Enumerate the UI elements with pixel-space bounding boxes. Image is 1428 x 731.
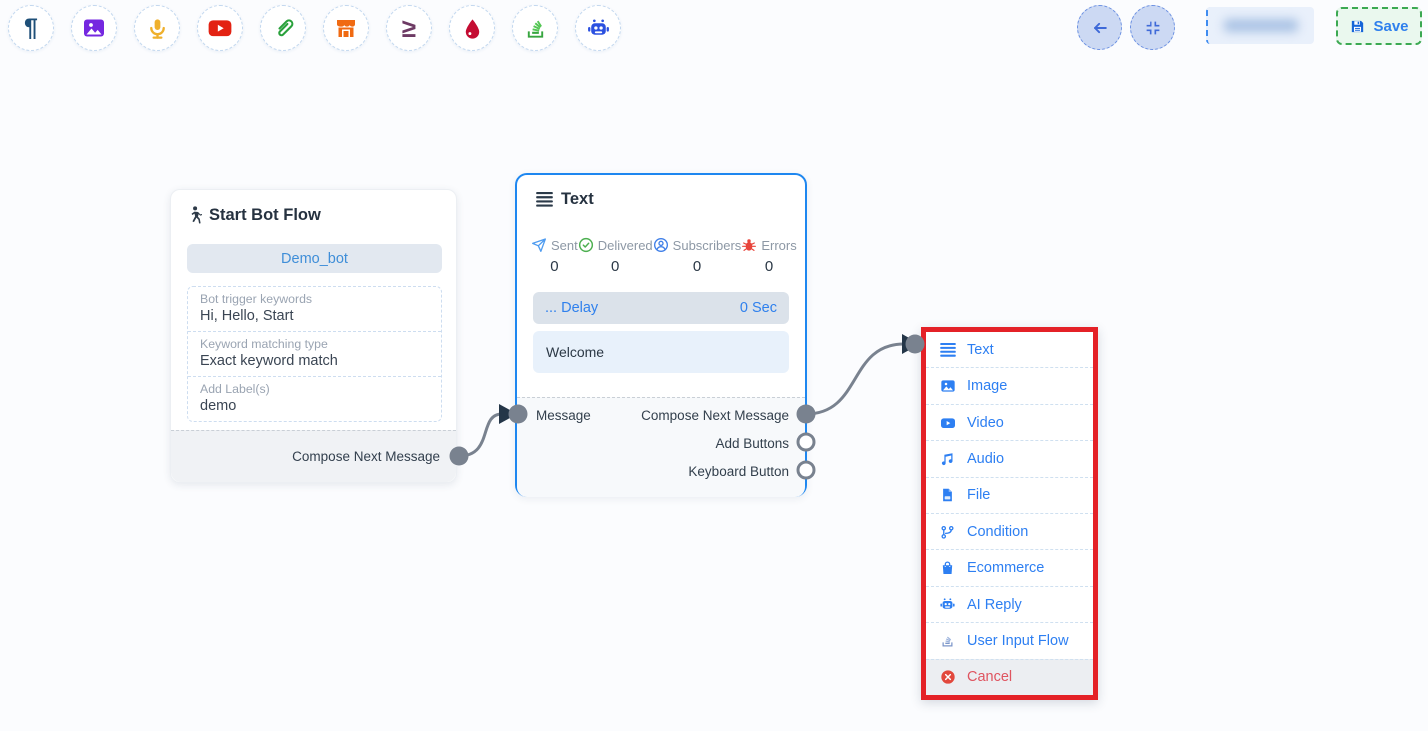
greater-equal-icon: ≥ [402, 15, 416, 41]
youtube-icon [207, 15, 233, 41]
toolbar-condition-button[interactable]: ≥ [386, 5, 432, 51]
save-icon [1349, 18, 1366, 35]
image-icon [940, 378, 956, 394]
field-matching-type[interactable]: Keyword matching type Exact keyword matc… [188, 331, 441, 376]
text-message-node[interactable]: Text Sent 0 Delivered 0 [515, 173, 807, 497]
toolbar-user-input-button[interactable] [512, 5, 558, 51]
text-node-title: Text [536, 190, 594, 209]
save-button[interactable]: Save [1336, 7, 1422, 45]
stat-subscribers: Subscribers 0 [653, 237, 742, 275]
back-button[interactable] [1077, 5, 1122, 50]
walking-person-icon [187, 206, 202, 225]
store-icon [334, 16, 358, 40]
shopping-bag-icon [940, 560, 955, 576]
arrow-left-icon [1090, 18, 1110, 38]
menu-item-condition[interactable]: Condition [926, 513, 1093, 549]
image-icon [82, 16, 106, 40]
menu-item-text[interactable]: Text [926, 332, 1093, 367]
hamburger-icon [940, 343, 956, 357]
music-note-icon [940, 451, 955, 466]
compose-next-message-output-label: Compose Next Message [641, 408, 789, 423]
menu-item-audio[interactable]: Audio [926, 440, 1093, 476]
check-circle-icon [578, 237, 594, 253]
field-add-labels[interactable]: Add Label(s) demo [188, 376, 441, 421]
bot-select-button[interactable]: Demo_bot [187, 244, 442, 273]
text-node-footer: Message Compose Next Message Add Buttons… [517, 397, 805, 497]
bot-name-button-redacted[interactable] [1206, 7, 1314, 44]
redacted-text [1224, 19, 1298, 32]
text-node-stats: Sent 0 Delivered 0 Subscribers 0 [531, 237, 791, 275]
field-label: Keyword matching type [200, 337, 429, 351]
field-value: Exact keyword match [200, 353, 429, 369]
hamburger-icon [536, 192, 553, 207]
menu-item-cancel[interactable]: Cancel [926, 659, 1093, 695]
menu-item-image[interactable]: Image [926, 367, 1093, 403]
delay-value: 0 Sec [740, 300, 777, 316]
delay-label: ... Delay [545, 300, 598, 316]
stat-value: 0 [611, 258, 619, 275]
stat-delivered: Delivered 0 [578, 237, 653, 275]
send-icon [531, 237, 547, 253]
toolbar-audio-button[interactable] [134, 5, 180, 51]
arrowhead-into-menu [902, 334, 920, 354]
compose-next-message-output-label: Compose Next Message [292, 449, 440, 464]
message-text: Welcome [546, 344, 604, 360]
save-label: Save [1373, 18, 1408, 35]
collapse-view-button[interactable] [1130, 5, 1175, 50]
toolbar-image-button[interactable] [71, 5, 117, 51]
branch-icon [940, 524, 955, 540]
video-icon [940, 415, 956, 431]
menu-item-ecommerce[interactable]: Ecommerce [926, 549, 1093, 585]
stat-errors: Errors 0 [741, 237, 796, 275]
toolbar-video-button[interactable] [197, 5, 243, 51]
file-pdf-icon [940, 487, 955, 503]
field-value: Hi, Hello, Start [200, 308, 429, 324]
add-buttons-output-label: Add Buttons [715, 436, 789, 451]
menu-item-video[interactable]: Video [926, 404, 1093, 440]
field-trigger-keywords[interactable]: Bot trigger keywords Hi, Hello, Start [188, 287, 441, 331]
start-node-fields: Bot trigger keywords Hi, Hello, Start Ke… [187, 286, 442, 422]
toolbar-text-button[interactable]: ¶ [8, 5, 54, 51]
stat-value: 0 [693, 258, 701, 275]
stack-icon [524, 17, 547, 40]
paragraph-icon: ¶ [24, 16, 38, 41]
toolbar-ecommerce-button[interactable] [323, 5, 369, 51]
message-input-label: Message [536, 408, 591, 423]
menu-item-file[interactable]: File [926, 477, 1093, 513]
start-node-title: Start Bot Flow [187, 206, 321, 225]
menu-item-ai-reply[interactable]: AI Reply [926, 586, 1093, 622]
stat-value: 0 [550, 258, 558, 275]
stat-value: 0 [765, 258, 773, 275]
menu-item-user-input-flow[interactable]: User Input Flow [926, 622, 1093, 658]
robot-icon [939, 596, 956, 613]
field-label: Bot trigger keywords [200, 292, 429, 306]
field-label: Add Label(s) [200, 382, 429, 396]
wire-text-to-menu [806, 344, 904, 414]
droplet-icon [461, 17, 484, 40]
cancel-circle-icon [940, 669, 956, 685]
start-bot-flow-node[interactable]: Start Bot Flow Demo_bot Bot trigger keyw… [170, 189, 457, 483]
compress-arrows-icon [1144, 19, 1162, 37]
start-node-footer: Compose Next Message [171, 430, 456, 482]
microphone-icon [146, 17, 169, 40]
delay-setting-row[interactable]: ... Delay 0 Sec [533, 292, 789, 324]
toolbar-droplet-button[interactable] [449, 5, 495, 51]
paperclip-icon [271, 16, 295, 40]
keyboard-button-output-label: Keyboard Button [688, 464, 789, 479]
add-element-menu: Text Image Video Audio File Condition Ec… [921, 327, 1098, 700]
wire-start-to-text [459, 414, 502, 456]
robot-icon [586, 16, 611, 41]
stack-icon [940, 633, 955, 648]
bug-icon [741, 237, 757, 253]
toolbar-file-button[interactable] [260, 5, 306, 51]
message-content-box[interactable]: Welcome [533, 331, 789, 373]
field-value: demo [200, 398, 429, 414]
element-toolbar: ¶ ≥ [8, 5, 621, 51]
stat-sent: Sent 0 [531, 237, 578, 275]
user-circle-icon [653, 237, 669, 253]
toolbar-ai-reply-button[interactable] [575, 5, 621, 51]
